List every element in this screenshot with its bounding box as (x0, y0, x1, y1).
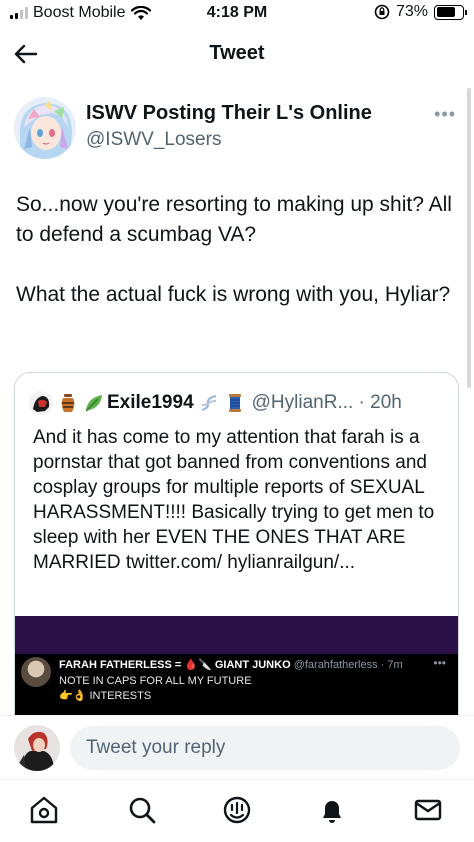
search-icon[interactable] (126, 794, 158, 826)
scrollbar[interactable] (467, 88, 471, 388)
page-title: Tweet (209, 42, 265, 64)
status-bar: Boost Mobile 4:18 PM 73% (0, 0, 474, 28)
thread-emoji-icon (228, 394, 241, 412)
quoted-tweet-text: And it has come to my attention that far… (33, 427, 435, 573)
media-text-line: 👉👌 INTERESTS (59, 690, 152, 702)
bell-icon[interactable] (316, 794, 348, 826)
media-banner (15, 616, 458, 654)
tweet-text: So...now you're resorting to making up s… (16, 190, 466, 310)
media-author: FARAH FATHERLESS = 🩸🔪 GIANT JUNKO @farah… (59, 658, 403, 671)
quoted-author-avatar (29, 391, 53, 415)
leaf-emoji-icon (85, 395, 102, 412)
dna-emoji-icon (201, 395, 216, 411)
top-navigation: Tweet (0, 32, 474, 76)
status-right: 73% (374, 3, 467, 21)
media-avatar (21, 657, 51, 687)
quoted-author-name: Exile1994 (107, 392, 194, 413)
amphora-emoji-icon (61, 394, 75, 412)
media-text-line: NOTE IN CAPS FOR ALL MY FUTURE (59, 675, 252, 687)
mail-icon[interactable] (412, 794, 444, 826)
reply-input[interactable] (70, 726, 460, 770)
media-author-name: FARAH FATHERLESS = 🩸🔪 GIANT JUNKO (59, 659, 291, 671)
battery-percent: 73% (395, 3, 428, 20)
battery-fill (436, 7, 455, 17)
battery-icon (434, 4, 467, 20)
quoted-handle-time: @HylianR... · 20h (251, 392, 402, 413)
spaces-icon[interactable] (221, 794, 253, 826)
user-avatar[interactable] (14, 725, 60, 771)
quoted-tweet[interactable]: Exile1994 @HylianR... · 20h And it has c… (14, 372, 459, 732)
author-name[interactable]: ISWV Posting Their L's Online (86, 102, 372, 125)
reply-bar (0, 715, 474, 779)
tweet-text-paragraph: So...now you're resorting to making up s… (16, 193, 452, 246)
bottom-tab-bar (0, 779, 474, 842)
author-handle[interactable]: @ISWV_Losers (86, 129, 221, 151)
home-icon[interactable] (28, 794, 60, 826)
tweet-text-paragraph: What the actual fuck is wrong with you, … (16, 283, 451, 306)
more-options-icon[interactable]: ••• (434, 104, 456, 125)
media-more-icon: ••• (433, 656, 446, 670)
quoted-tweet-header: Exile1994 @HylianR... · 20h (29, 391, 402, 415)
orientation-lock-icon (374, 4, 390, 20)
author-avatar[interactable] (14, 97, 76, 159)
media-handle-time: @farahfatherless · 7m (293, 659, 403, 671)
